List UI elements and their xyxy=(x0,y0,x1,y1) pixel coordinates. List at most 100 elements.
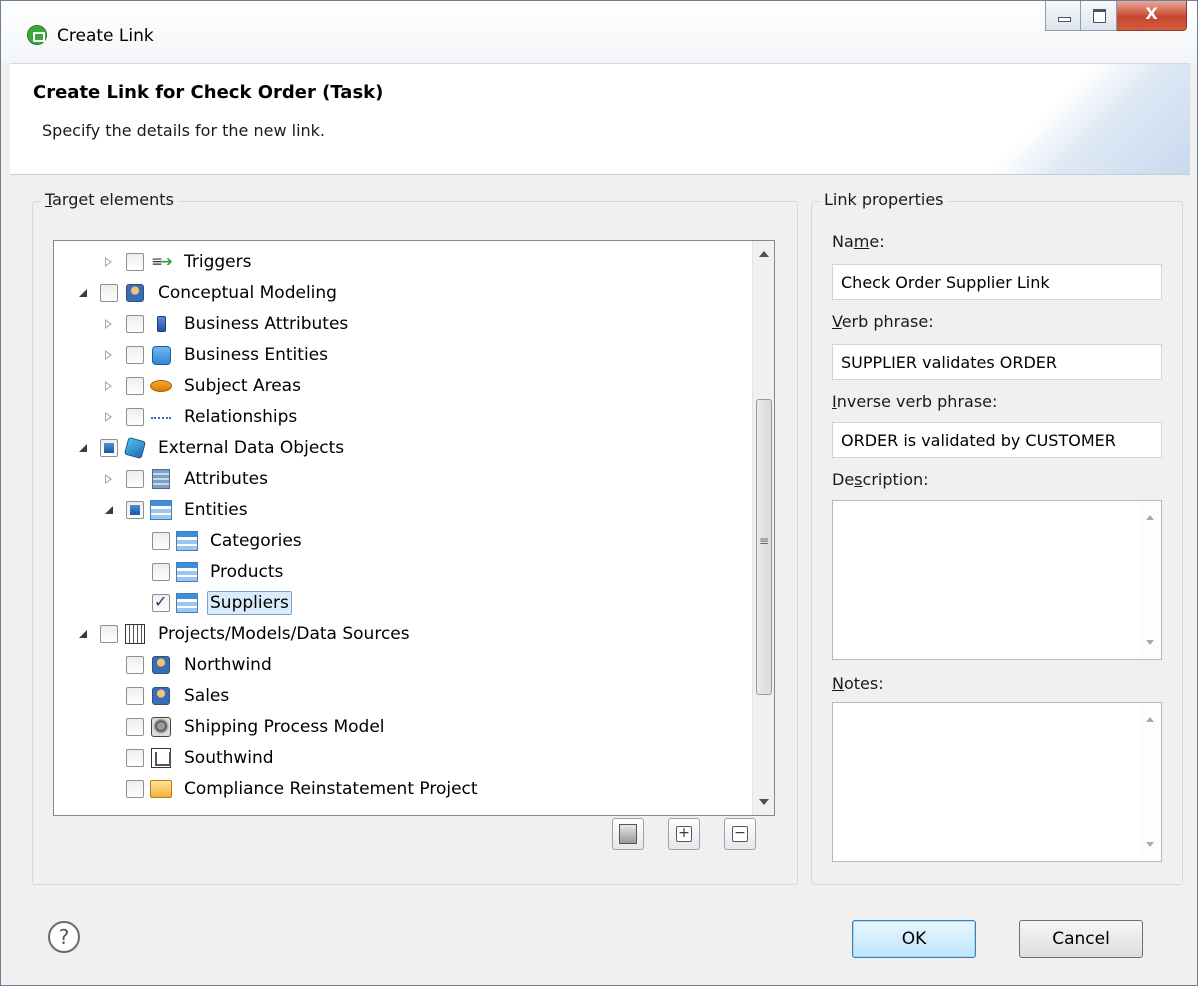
expand-arrow-icon[interactable] xyxy=(102,348,116,362)
description-scrollbar[interactable] xyxy=(1139,501,1161,659)
filter-button[interactable] xyxy=(612,818,644,850)
scroll-up-arrow[interactable] xyxy=(759,251,769,257)
link-properties-group: Link properties Name: Check Order Suppli… xyxy=(811,190,1183,885)
data-cube-icon xyxy=(123,436,147,460)
tree-item[interactable]: Products xyxy=(128,557,286,587)
cancel-button[interactable]: Cancel xyxy=(1019,920,1143,958)
tree-item-checkbox[interactable] xyxy=(126,470,144,488)
tree-item[interactable]: Projects/Models/Data Sources xyxy=(76,619,413,649)
name-field[interactable]: Check Order Supplier Link xyxy=(832,264,1162,300)
person-model-icon xyxy=(150,685,172,707)
filter-icon xyxy=(619,824,637,844)
tree-item-checkbox[interactable] xyxy=(126,656,144,674)
maximize-button[interactable] xyxy=(1081,1,1117,31)
tree-item-label: Projects/Models/Data Sources xyxy=(158,624,410,644)
business-attribute-icon xyxy=(150,313,172,335)
tree-item[interactable]: Relationships xyxy=(102,402,300,432)
minimize-button[interactable] xyxy=(1045,1,1081,31)
tree-item-label: Conceptual Modeling xyxy=(158,283,337,303)
tree-item-checkbox[interactable] xyxy=(126,408,144,426)
tree-item-checkbox[interactable] xyxy=(126,501,144,519)
inverse-verb-phrase-field[interactable]: ORDER is validated by CUSTOMER xyxy=(832,422,1162,458)
tree-item[interactable]: Northwind xyxy=(102,650,275,680)
tree-item-checkbox[interactable] xyxy=(126,718,144,736)
collapse-all-button[interactable]: − xyxy=(724,818,756,850)
tree-item[interactable]: Categories xyxy=(128,526,305,556)
help-icon[interactable]: ? xyxy=(48,921,80,953)
target-elements-group: Target elements Compliance Reinstatement… xyxy=(32,190,798,885)
tree-item[interactable]: Southwind xyxy=(102,743,277,773)
tree-item-label: Products xyxy=(210,562,284,582)
org-model-icon xyxy=(150,747,172,769)
tree-item-checkbox[interactable] xyxy=(126,346,144,364)
tree-item-checkbox[interactable] xyxy=(152,592,170,612)
tree-item-checkbox[interactable] xyxy=(126,315,144,333)
target-elements-tree[interactable]: Compliance Reinstatement Project Southwin… xyxy=(53,240,775,816)
tree-item-checkbox[interactable] xyxy=(152,563,170,581)
person-model-icon xyxy=(124,282,146,304)
notes-field[interactable] xyxy=(832,702,1162,862)
expand-arrow-icon[interactable] xyxy=(102,317,116,331)
notes-label: Notes: xyxy=(832,674,884,693)
collapse-arrow-icon[interactable] xyxy=(102,503,116,517)
tree-item-label: Subject Areas xyxy=(184,376,301,396)
tree-item-checkbox[interactable] xyxy=(100,625,118,643)
tree-item[interactable]: Shipping Process Model xyxy=(102,712,388,742)
window-title: Create Link xyxy=(57,26,154,46)
expand-all-button[interactable]: + xyxy=(668,818,700,850)
tree-item[interactable]: Business Attributes xyxy=(102,309,351,339)
verb-phrase-field[interactable]: SUPPLIER validates ORDER xyxy=(832,344,1162,380)
tree-item[interactable]: Compliance Reinstatement Project xyxy=(102,774,481,804)
tree-item-label: Triggers xyxy=(184,252,252,272)
collapse-arrow-icon[interactable] xyxy=(76,286,90,300)
tree-item[interactable]: Attributes xyxy=(102,464,271,494)
tree-item-label: Business Entities xyxy=(184,345,328,365)
tree-item[interactable]: ≡➔ Triggers xyxy=(102,247,255,277)
expand-arrow-icon[interactable] xyxy=(102,379,116,393)
tree-item-checkbox[interactable] xyxy=(126,749,144,767)
scroll-thumb[interactable] xyxy=(756,399,772,695)
collapse-arrow-icon[interactable] xyxy=(76,441,90,455)
tree-item[interactable]: Entities xyxy=(102,495,251,525)
tree-item[interactable]: Sales xyxy=(102,681,232,711)
tree-item-checkbox[interactable] xyxy=(100,284,118,302)
table-icon xyxy=(176,530,198,552)
tree-item-checkbox[interactable] xyxy=(126,253,144,271)
tree-item[interactable]: External Data Objects xyxy=(76,433,347,463)
ok-button[interactable]: OK xyxy=(852,920,976,958)
folder-icon xyxy=(150,778,172,800)
tree-item[interactable]: Conceptual Modeling xyxy=(76,278,340,308)
tree-item[interactable]: Suppliers xyxy=(128,588,292,618)
description-field[interactable] xyxy=(832,500,1162,660)
expand-arrow-icon[interactable] xyxy=(102,255,116,269)
collapse-arrow-icon[interactable] xyxy=(76,627,90,641)
scroll-down-arrow[interactable] xyxy=(759,799,769,805)
expand-arrow-icon[interactable] xyxy=(102,410,116,424)
table-icon xyxy=(150,499,172,521)
tree-item[interactable]: Business Entities xyxy=(102,340,331,370)
table-icon xyxy=(176,561,198,583)
tree-item-checkbox[interactable] xyxy=(100,439,118,457)
tree-item-label: Relationships xyxy=(184,407,298,427)
tree-scrollbar[interactable] xyxy=(752,241,774,815)
tree-item-label: Suppliers xyxy=(207,591,292,615)
tree-item-checkbox[interactable] xyxy=(126,687,144,705)
name-label: Name: xyxy=(832,232,885,251)
header-title: Create Link for Check Order (Task) xyxy=(33,82,384,103)
tree-item-checkbox[interactable] xyxy=(152,532,170,550)
tree-item-checkbox[interactable] xyxy=(126,377,144,395)
notes-scrollbar[interactable] xyxy=(1139,703,1161,861)
close-button[interactable]: X xyxy=(1117,1,1187,31)
tree-item-checkbox[interactable] xyxy=(126,780,144,798)
description-label: Description: xyxy=(832,470,929,489)
dialog-header: Create Link for Check Order (Task) Speci… xyxy=(10,63,1190,175)
tree-item[interactable]: Subject Areas xyxy=(102,371,304,401)
header-description: Specify the details for the new link. xyxy=(42,121,326,140)
expand-arrow-icon[interactable] xyxy=(102,472,116,486)
